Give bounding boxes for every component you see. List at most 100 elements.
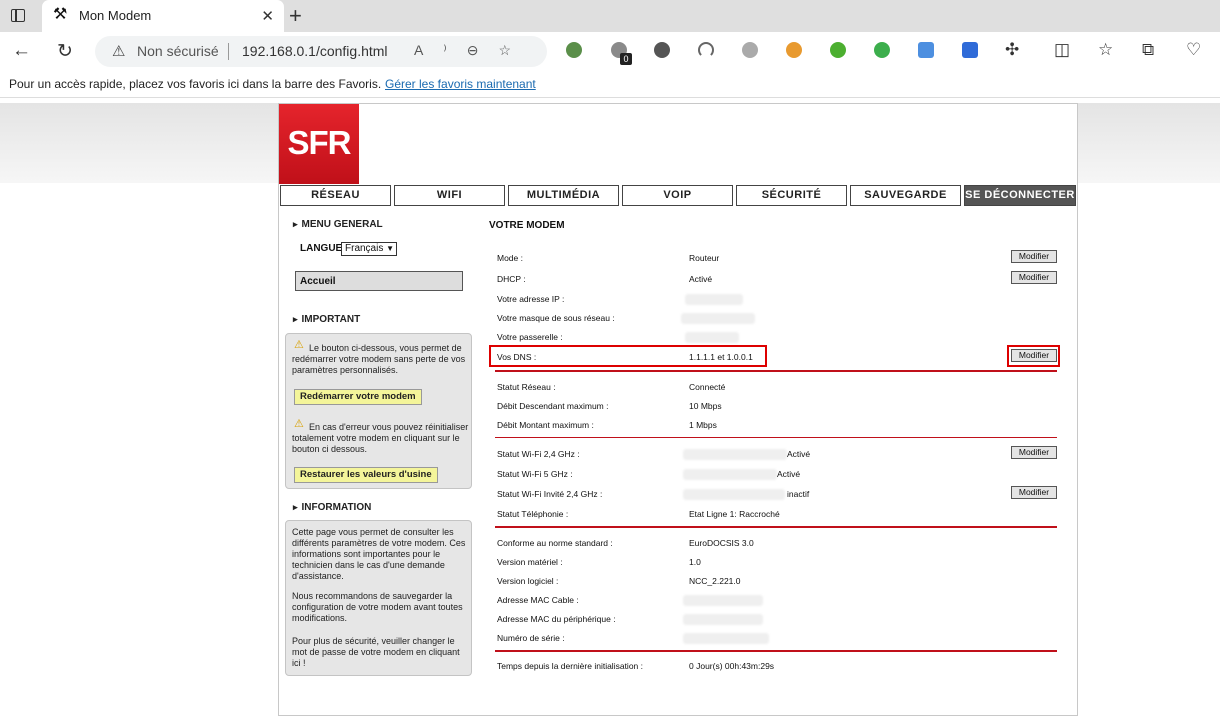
dhcp-label: DHCP : [497, 274, 526, 284]
modify-mode-button[interactable]: Modifier [1011, 250, 1057, 263]
row-ip: Votre adresse IP : [497, 294, 1057, 308]
language-select[interactable]: Français ▼ [341, 242, 397, 256]
up-value: 1 Mbps [689, 420, 717, 430]
tab-actions-icon[interactable] [11, 9, 25, 22]
not-secure-label: Non sécurisé [137, 43, 219, 59]
factory-reset-button[interactable]: Restaurer les valeurs d'usine [294, 467, 438, 483]
favorites-icon[interactable]: ☆ [1098, 40, 1113, 60]
nav-logout[interactable]: SE DÉCONNECTER [964, 185, 1076, 206]
gateway-redacted [685, 332, 739, 343]
collections-icon[interactable]: ⧉ [1142, 40, 1154, 60]
extension-shield-icon[interactable] [654, 42, 670, 58]
manage-favorites-link[interactable]: Gérer les favoris maintenant [385, 77, 536, 91]
wifi5-value: Activé [777, 469, 801, 479]
mac-device-label: Adresse MAC du périphérique : [497, 614, 616, 624]
extension-grid-icon[interactable] [874, 42, 890, 58]
extension-people-icon[interactable] [742, 42, 758, 58]
row-norm: Conforme au norme standard : EuroDOCSIS … [497, 538, 1057, 552]
chevron-down-icon: ▼ [386, 244, 394, 253]
row-down: Débit Descendant maximum : 10 Mbps [497, 401, 1057, 415]
nav-securite[interactable]: SÉCURITÉ [736, 185, 847, 206]
important-title: IMPORTANT [293, 314, 361, 325]
nav-wifi[interactable]: WIFI [394, 185, 505, 206]
sw-value: NCC_2.221.0 [689, 576, 741, 586]
row-gateway: Votre passerelle : [497, 332, 1057, 346]
norm-value: EuroDOCSIS 3.0 [689, 538, 754, 548]
url-tool-icons[interactable]: A⁾⊖☆ [414, 42, 531, 59]
active-tab[interactable]: ⚒ Mon Modem ✕ [42, 0, 284, 32]
sfr-logo: SFR [279, 104, 359, 184]
separator [495, 437, 1057, 438]
extension-globe-icon[interactable] [566, 42, 582, 58]
row-wifi5: Statut Wi-Fi 5 GHz : Activé [497, 469, 1057, 483]
browser-tab-bar: ⚒ Mon Modem ✕ + [0, 0, 1220, 32]
modem-page: SFR RÉSEAU WIFI MULTIMÉDIA VOIP SÉCURITÉ… [278, 103, 1078, 716]
home-menu-item[interactable]: Accueil [295, 271, 463, 291]
row-mode: Mode : Routeur Modifier [497, 250, 1057, 267]
wifi5-label: Statut Wi-Fi 5 GHz : [497, 469, 573, 479]
extension-arc-icon[interactable] [698, 42, 714, 58]
mask-redacted [681, 313, 755, 324]
mode-label: Mode : [497, 253, 523, 263]
uptime-label: Temps depuis la dernière initialisation … [497, 661, 643, 671]
separator [495, 370, 1057, 372]
mask-label: Votre masque de sous réseau : [497, 313, 615, 323]
url-divider [228, 43, 229, 60]
norm-label: Conforme au norme standard : [497, 538, 613, 548]
extension-translate-icon[interactable] [918, 42, 934, 58]
ip-label: Votre adresse IP : [497, 294, 565, 304]
nav-multimedia[interactable]: MULTIMÉDIA [508, 185, 619, 206]
extension-virus-icon[interactable] [830, 42, 846, 58]
mac-cable-redacted [683, 595, 763, 606]
nav-voip[interactable]: VOIP [622, 185, 733, 206]
refresh-icon[interactable]: ↻ [57, 40, 73, 63]
down-label: Débit Descendant maximum : [497, 401, 609, 411]
new-tab-icon[interactable]: + [289, 3, 302, 29]
information-title: INFORMATION [293, 502, 372, 513]
url-text[interactable]: 192.168.0.1/config.html [242, 43, 388, 59]
modify-wifi-guest-button[interactable]: Modifier [1011, 486, 1057, 499]
row-mask: Votre masque de sous réseau : [497, 313, 1057, 327]
tab-title: Mon Modem [79, 8, 152, 23]
restart-button[interactable]: Redémarrer votre modem [294, 389, 422, 405]
favorites-bar: Pour un accès rapide, placez vos favoris… [0, 72, 1220, 98]
tools-icon: ⚒ [53, 6, 68, 23]
row-up: Débit Montant maximum : 1 Mbps [497, 420, 1057, 434]
phone-label: Statut Téléphonie : [497, 509, 569, 519]
row-phone: Statut Téléphonie : Etat Ligne 1: Raccro… [497, 509, 1057, 523]
extension-q-icon[interactable] [962, 42, 978, 58]
nav-sauvegarde[interactable]: SAUVEGARDE [850, 185, 961, 206]
modify-dhcp-button[interactable]: Modifier [1011, 271, 1057, 284]
language-label: LANGUE [300, 243, 343, 254]
modify-wifi24-button[interactable]: Modifier [1011, 446, 1057, 459]
wifi-guest-redacted [683, 489, 785, 500]
separator [495, 526, 1057, 528]
row-mac-device: Adresse MAC du périphérique : [497, 614, 1057, 628]
mac-device-redacted [683, 614, 763, 625]
extension-badge: 0 [620, 53, 632, 65]
wifi24-redacted [683, 449, 787, 460]
page-title: VOTRE MODEM [489, 220, 565, 231]
nav-reseau[interactable]: RÉSEAU [280, 185, 391, 206]
hw-value: 1.0 [689, 557, 701, 567]
address-bar[interactable]: ⚠ Non sécurisé 192.168.0.1/config.html A… [95, 36, 547, 67]
extensions-puzzle-icon[interactable]: ✣ [1005, 40, 1019, 60]
split-screen-icon[interactable]: ◫ [1054, 40, 1070, 60]
row-dhcp: DHCP : Activé Modifier [497, 271, 1057, 288]
close-tab-icon[interactable]: ✕ [261, 7, 274, 25]
info-paragraph-2: Nous recommandons de sauvegarder la conf… [292, 591, 463, 623]
extension-check-icon[interactable] [786, 42, 802, 58]
dns-highlight [489, 345, 767, 367]
information-box: Cette page vous permet de consulter les … [285, 520, 472, 676]
serial-label: Numéro de série : [497, 633, 565, 643]
separator [495, 650, 1057, 652]
performance-icon[interactable]: ♡ [1186, 40, 1201, 60]
uptime-value: 0 Jour(s) 00h:43m:29s [689, 661, 775, 671]
serial-redacted [683, 633, 769, 644]
row-serial: Numéro de série : [497, 633, 1057, 647]
wifi-guest-value: inactif [787, 489, 810, 499]
phone-value: Etat Ligne 1: Raccroché [689, 509, 780, 519]
net-status-value: Connecté [689, 382, 726, 392]
info-paragraph-1: Cette page vous permet de consulter les … [292, 527, 466, 581]
back-icon[interactable]: ← [12, 40, 31, 62]
